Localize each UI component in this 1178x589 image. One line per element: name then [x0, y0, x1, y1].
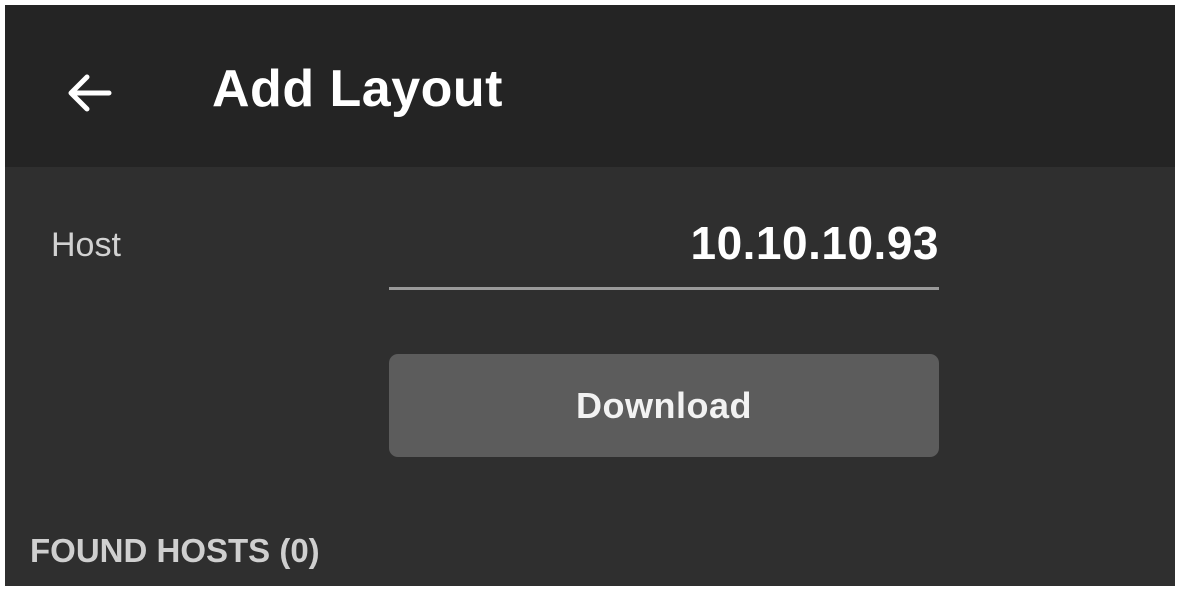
app-screen: Add Layout Host 10.10.10.93 Download FOU…	[5, 5, 1175, 586]
app-header: Add Layout	[5, 5, 1175, 167]
host-label: Host	[51, 226, 121, 264]
found-hosts-heading: FOUND HOSTS (0)	[30, 532, 320, 569]
download-button-label: Download	[576, 384, 752, 426]
host-input-value: 10.10.10.93	[690, 217, 939, 269]
page-title: Add Layout	[212, 60, 503, 118]
host-input[interactable]: 10.10.10.93	[389, 207, 939, 290]
download-button[interactable]: Download	[389, 354, 939, 457]
arrow-left-icon[interactable]	[59, 63, 119, 123]
arrow-left-icon-glyph	[68, 74, 112, 112]
